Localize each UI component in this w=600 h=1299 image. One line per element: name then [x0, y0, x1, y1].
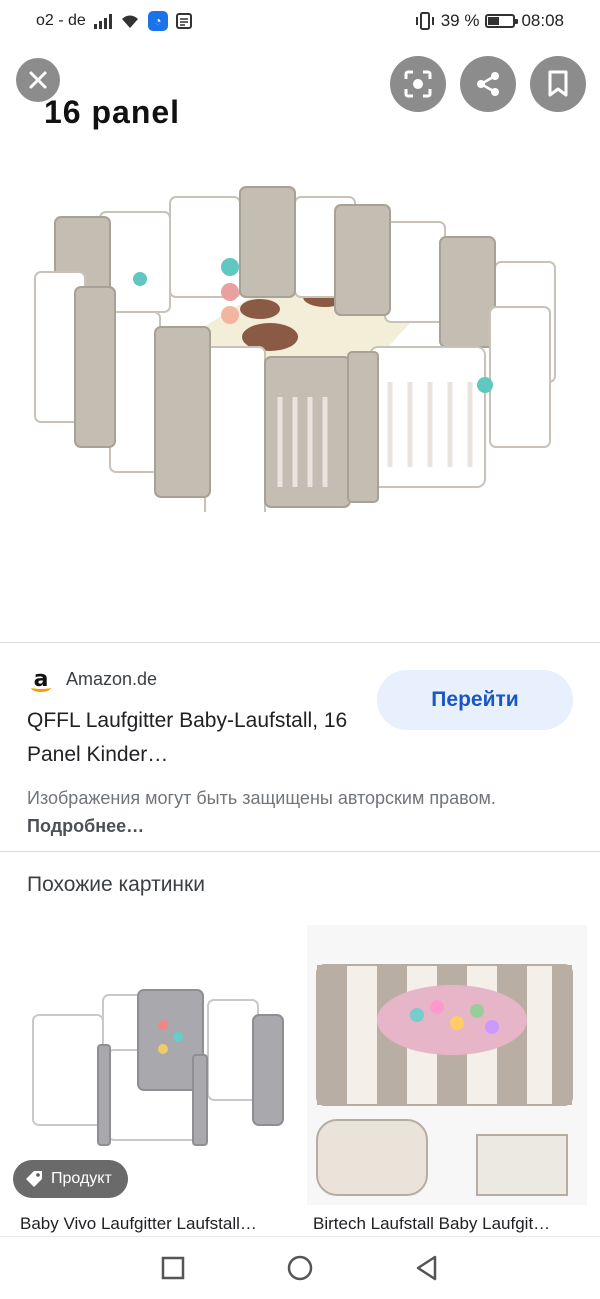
similar-image-thumbnail[interactable]	[307, 925, 587, 1205]
home-button[interactable]	[275, 1243, 325, 1293]
signal-icon	[93, 13, 112, 29]
status-bar: o2 - de ◔ 39 % 08:08	[0, 0, 600, 42]
result-title[interactable]: QFFL Laufgitter Baby-Laufstall, 16 Panel…	[27, 704, 367, 772]
wifi-icon	[121, 15, 138, 28]
playpen-product-image[interactable]	[30, 167, 575, 512]
divider	[0, 851, 600, 852]
copyright-notice: Изображения могут быть защищены авторски…	[27, 784, 587, 840]
playpen-thumbnail-image	[316, 964, 573, 1196]
clock: 08:08	[521, 11, 564, 30]
battery-icon	[485, 14, 519, 28]
share-button[interactable]	[460, 56, 516, 112]
go-button[interactable]: Перейти	[377, 670, 573, 730]
home-icon	[287, 1255, 313, 1281]
app-notification-icon: ◔	[147, 11, 168, 31]
close-icon	[29, 71, 47, 89]
recents-icon	[162, 1256, 185, 1280]
more-info-link[interactable]: Подробнее…	[27, 816, 144, 836]
similar-image-caption[interactable]: Birtech Laufstall Baby Laufgit…	[313, 1214, 593, 1234]
back-button[interactable]	[402, 1243, 452, 1293]
product-chip-label: Продукт	[51, 1170, 112, 1187]
navigation-bar	[0, 1236, 600, 1299]
lens-icon	[404, 70, 432, 98]
copyright-text: Изображения могут быть защищены авторски…	[27, 788, 496, 808]
back-icon	[416, 1255, 436, 1281]
image-viewer: 16 panel	[0, 42, 600, 642]
close-button[interactable]	[16, 58, 60, 102]
battery-percent: 39 %	[440, 11, 480, 30]
tag-icon	[26, 1171, 42, 1187]
source-row[interactable]: a Amazon.de	[28, 666, 157, 692]
bookmark-icon	[548, 70, 568, 97]
save-button[interactable]	[530, 56, 586, 112]
similar-image-caption[interactable]: Baby Vivo Laufgitter Laufstall…	[20, 1214, 300, 1234]
amazon-logo-icon: a	[28, 666, 54, 692]
similar-images-heading: Похожие картинки	[27, 873, 205, 896]
image-overlay-text: 16 panel	[44, 94, 181, 130]
vibrate-icon	[415, 12, 434, 30]
status-left: o2 - de ◔	[36, 11, 192, 31]
source-name: Amazon.de	[66, 668, 158, 689]
status-right: 39 % 08:08	[415, 11, 564, 31]
divider	[0, 642, 600, 643]
share-icon	[477, 72, 499, 96]
lens-button[interactable]	[390, 56, 446, 112]
product-chip[interactable]: Продукт	[13, 1160, 128, 1198]
news-notification-icon	[175, 13, 192, 29]
carrier-label: o2 - de	[36, 12, 86, 29]
recents-button[interactable]	[148, 1243, 198, 1293]
